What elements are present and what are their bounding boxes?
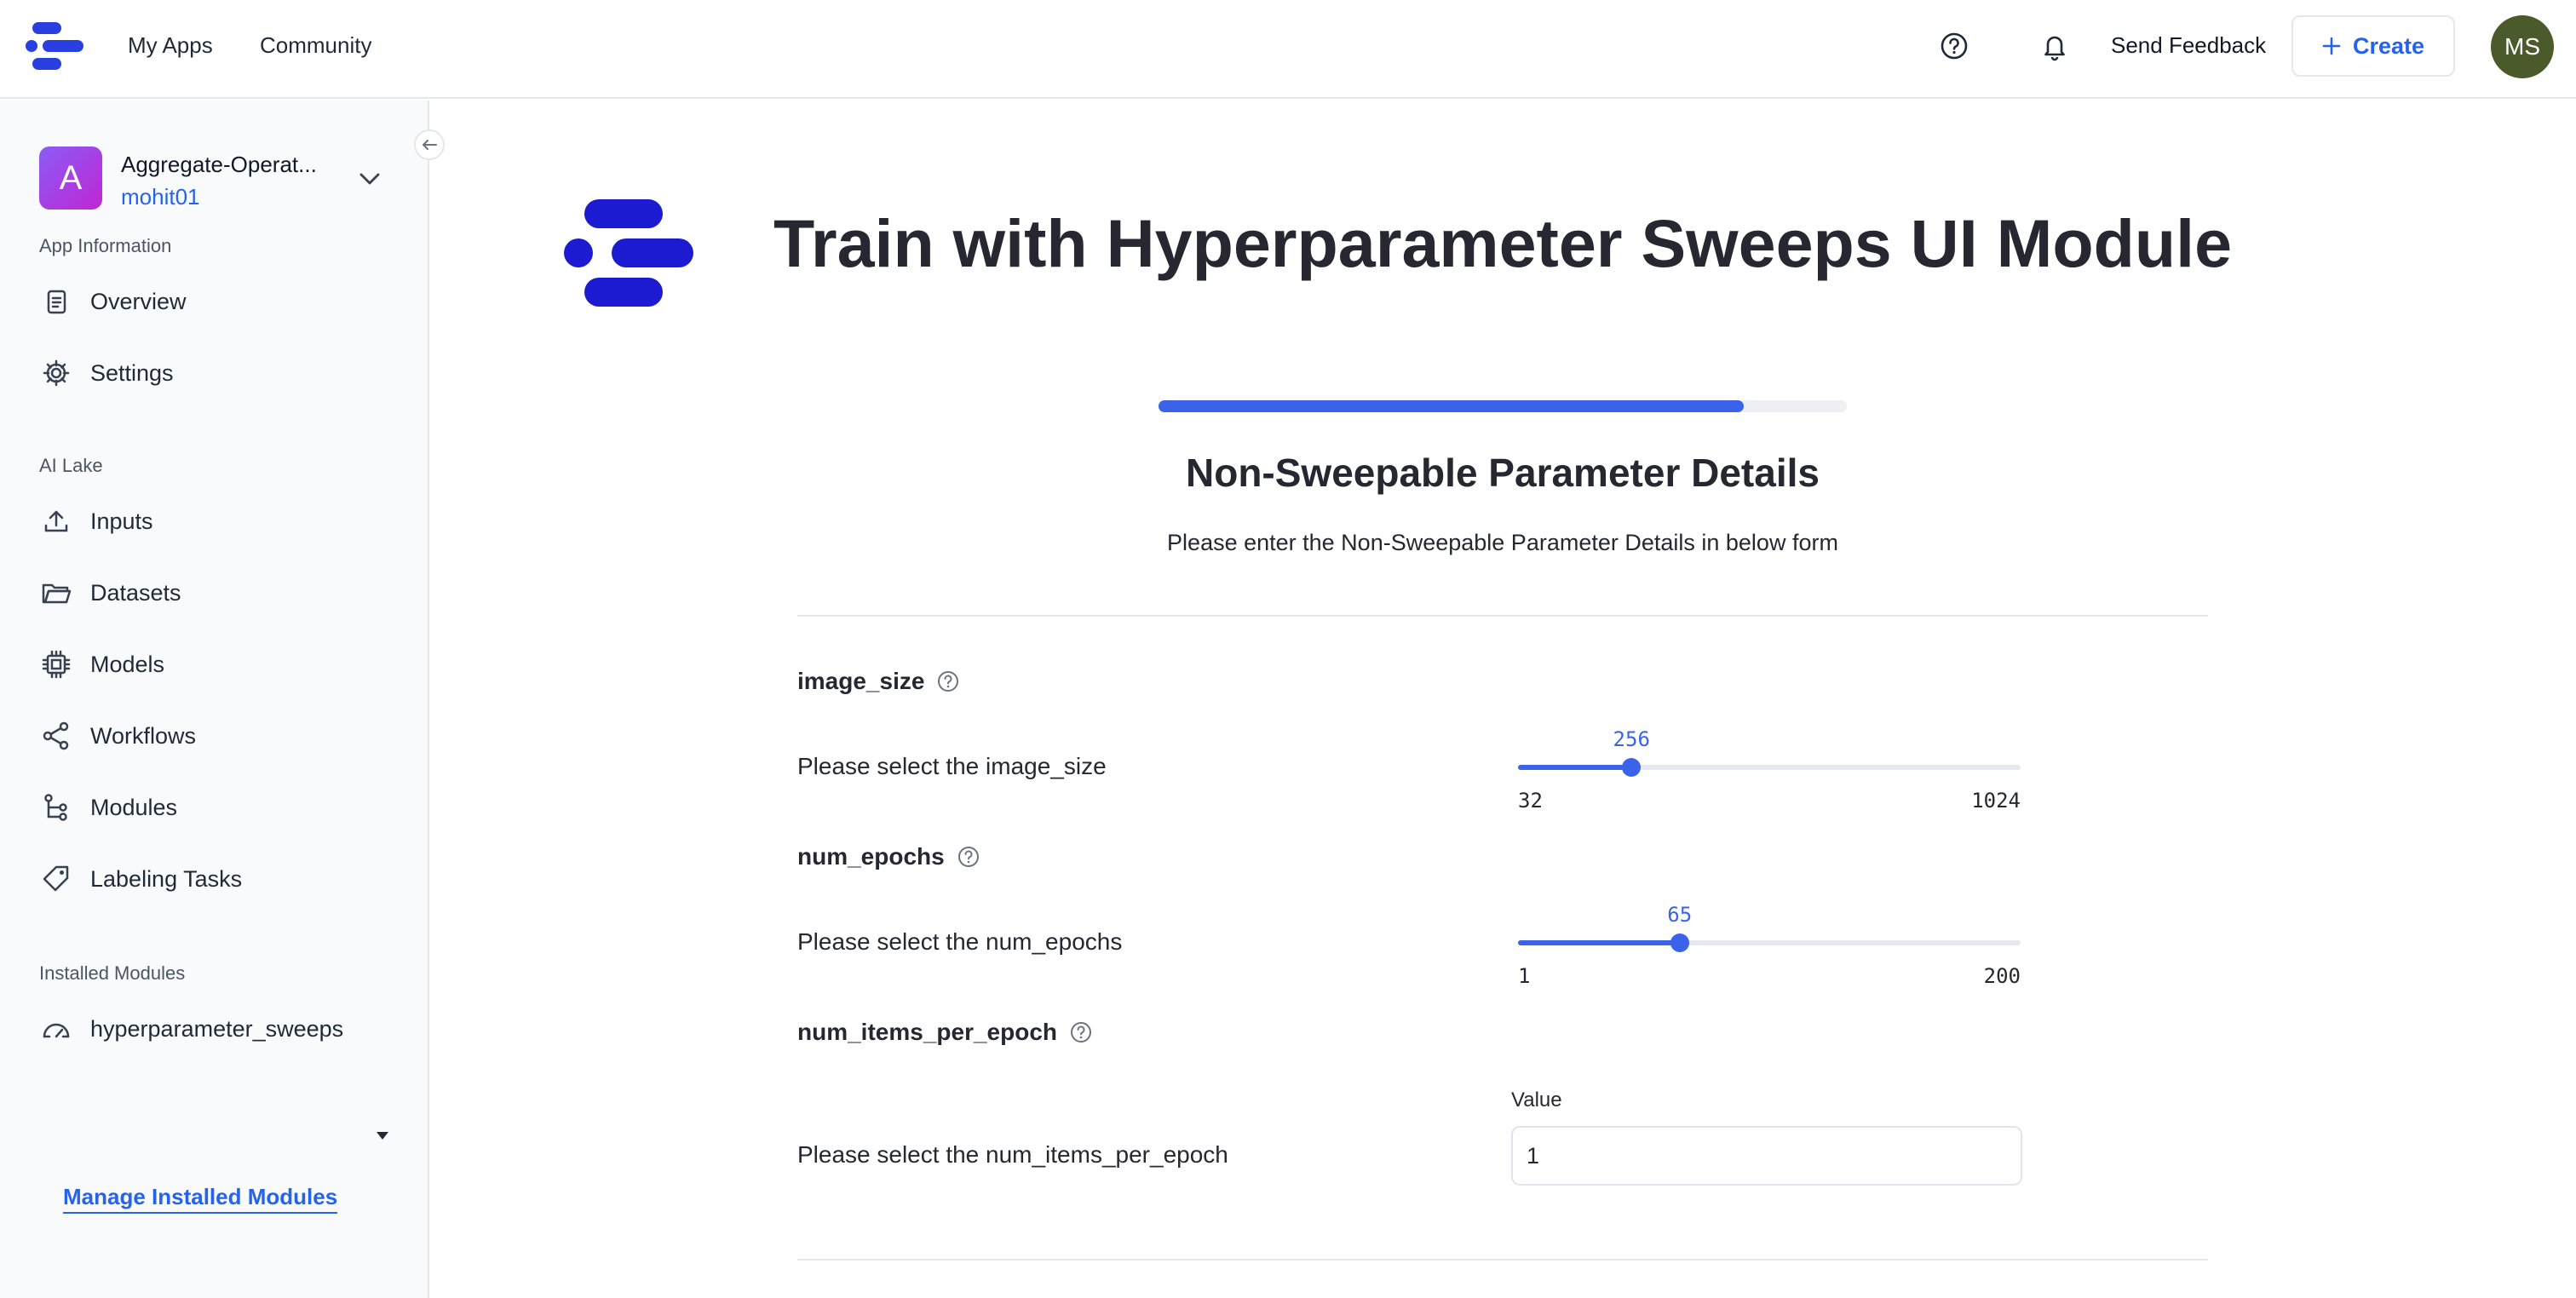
sidebar-item-label: Models bbox=[90, 651, 165, 677]
param-name: num_items_per_epoch bbox=[797, 1019, 1057, 1045]
progress-bar-fill bbox=[1159, 400, 1744, 412]
sidebar-item-label: Overview bbox=[90, 288, 187, 314]
sidebar-item-label: Settings bbox=[90, 359, 174, 386]
caret-down-icon[interactable] bbox=[375, 1129, 390, 1141]
app-switcher[interactable]: A Aggregate-Operat... mohit01 bbox=[39, 145, 397, 213]
sidebar-item-label: Inputs bbox=[90, 508, 153, 534]
upload-icon bbox=[39, 504, 73, 538]
arrow-left-icon bbox=[423, 140, 437, 150]
slider-max: 200 bbox=[1983, 964, 2021, 988]
help-circle-icon[interactable] bbox=[1937, 29, 1971, 63]
help-circle-icon[interactable] bbox=[1069, 1020, 1093, 1044]
gauge-icon bbox=[39, 1012, 73, 1046]
gear-icon bbox=[39, 356, 73, 390]
sidebar-item-label: hyperparameter_sweeps bbox=[90, 1015, 344, 1042]
param-description-num-items-per-epoch: Please select the num_items_per_epoch bbox=[797, 1141, 1228, 1168]
share-icon bbox=[39, 719, 73, 753]
image-size-slider[interactable]: 256 32 1024 bbox=[1518, 727, 2021, 813]
sidebar-item-workflows[interactable]: Workflows bbox=[39, 709, 397, 763]
nav-community[interactable]: Community bbox=[260, 32, 371, 59]
help-circle-icon[interactable] bbox=[957, 845, 980, 869]
slider-max: 1024 bbox=[1971, 789, 2021, 813]
section-label-app-information: App Information bbox=[39, 235, 172, 256]
param-name: image_size bbox=[797, 668, 925, 694]
param-description-image-size: Please select the image_size bbox=[797, 753, 1107, 779]
section-subtitle: Please enter the Non-Sweepable Parameter… bbox=[1167, 530, 1838, 555]
slider-min: 32 bbox=[1518, 789, 1543, 813]
sidebar-item-datasets[interactable]: Datasets bbox=[39, 566, 397, 620]
sidebar-item-label: Workflows bbox=[90, 722, 197, 749]
slider-min: 1 bbox=[1518, 964, 1531, 988]
divider bbox=[797, 1259, 2208, 1261]
sidebar-item-settings[interactable]: Settings bbox=[39, 346, 397, 400]
send-feedback-link[interactable]: Send Feedback bbox=[2111, 32, 2266, 59]
sidebar-item-inputs[interactable]: Inputs bbox=[39, 494, 397, 548]
create-button[interactable]: Create bbox=[2291, 15, 2455, 77]
page-title: Train with Hyperparameter Sweeps UI Modu… bbox=[773, 205, 2233, 281]
slider-value: 256 bbox=[1613, 727, 1650, 751]
modules-icon bbox=[39, 790, 73, 824]
sidebar-item-models[interactable]: Models bbox=[39, 637, 397, 692]
plus-icon bbox=[2322, 37, 2341, 55]
help-circle-icon[interactable] bbox=[936, 669, 960, 693]
bell-icon[interactable] bbox=[2038, 29, 2072, 63]
sidebar-item-hyperparameter-sweeps[interactable]: hyperparameter_sweeps bbox=[39, 1002, 397, 1056]
app-avatar: A bbox=[39, 146, 102, 210]
slider-track-fill bbox=[1518, 765, 1632, 770]
folder-icon bbox=[39, 576, 73, 610]
sidebar-item-label: Labeling Tasks bbox=[90, 865, 243, 892]
app-owner-link[interactable]: mohit01 bbox=[121, 184, 200, 210]
section-label-installed-modules: Installed Modules bbox=[39, 962, 186, 984]
value-input-label: Value bbox=[1511, 1088, 1562, 1111]
slider-value: 65 bbox=[1667, 903, 1693, 927]
param-label-num-items-per-epoch: num_items_per_epoch bbox=[797, 1019, 1093, 1046]
tag-icon bbox=[39, 862, 73, 896]
progress-bar bbox=[1159, 400, 1847, 412]
param-label-num-epochs: num_epochs bbox=[797, 843, 980, 870]
sidebar-item-overview[interactable]: Overview bbox=[39, 274, 397, 329]
slider-thumb[interactable] bbox=[1670, 933, 1689, 952]
num-epochs-slider[interactable]: 65 1 200 bbox=[1518, 903, 2021, 988]
nav-my-apps[interactable]: My Apps bbox=[128, 32, 213, 59]
param-description-num-epochs: Please select the num_epochs bbox=[797, 928, 1123, 955]
sidebar: A Aggregate-Operat... mohit01 App Inform… bbox=[0, 101, 429, 1298]
section-title: Non-Sweepable Parameter Details bbox=[1186, 451, 1820, 495]
document-icon bbox=[39, 284, 73, 319]
divider bbox=[797, 615, 2208, 617]
section-label-ai-lake: AI Lake bbox=[39, 455, 103, 476]
num-items-per-epoch-input[interactable] bbox=[1511, 1126, 2022, 1186]
slider-track-fill bbox=[1518, 940, 1680, 945]
chevron-down-icon[interactable] bbox=[356, 165, 383, 192]
param-label-image-size: image_size bbox=[797, 668, 960, 695]
sidebar-item-label: Datasets bbox=[90, 579, 181, 606]
collapse-sidebar-button[interactable] bbox=[414, 129, 445, 160]
manage-installed-modules-link[interactable]: Manage Installed Modules bbox=[63, 1184, 338, 1214]
sidebar-item-modules[interactable]: Modules bbox=[39, 780, 397, 835]
sidebar-item-label: Modules bbox=[90, 794, 178, 820]
user-avatar[interactable]: MS bbox=[2491, 15, 2554, 78]
slider-thumb[interactable] bbox=[1622, 758, 1642, 777]
app-name: Aggregate-Operat... bbox=[121, 152, 317, 177]
top-navigation-bar: My Apps Community Send Feedback Create M… bbox=[0, 0, 2576, 99]
create-button-label: Create bbox=[2352, 32, 2425, 59]
sidebar-item-labeling-tasks[interactable]: Labeling Tasks bbox=[39, 852, 397, 906]
param-name: num_epochs bbox=[797, 843, 945, 870]
chip-icon bbox=[39, 647, 73, 681]
clarifai-logo-icon[interactable] bbox=[26, 20, 83, 72]
